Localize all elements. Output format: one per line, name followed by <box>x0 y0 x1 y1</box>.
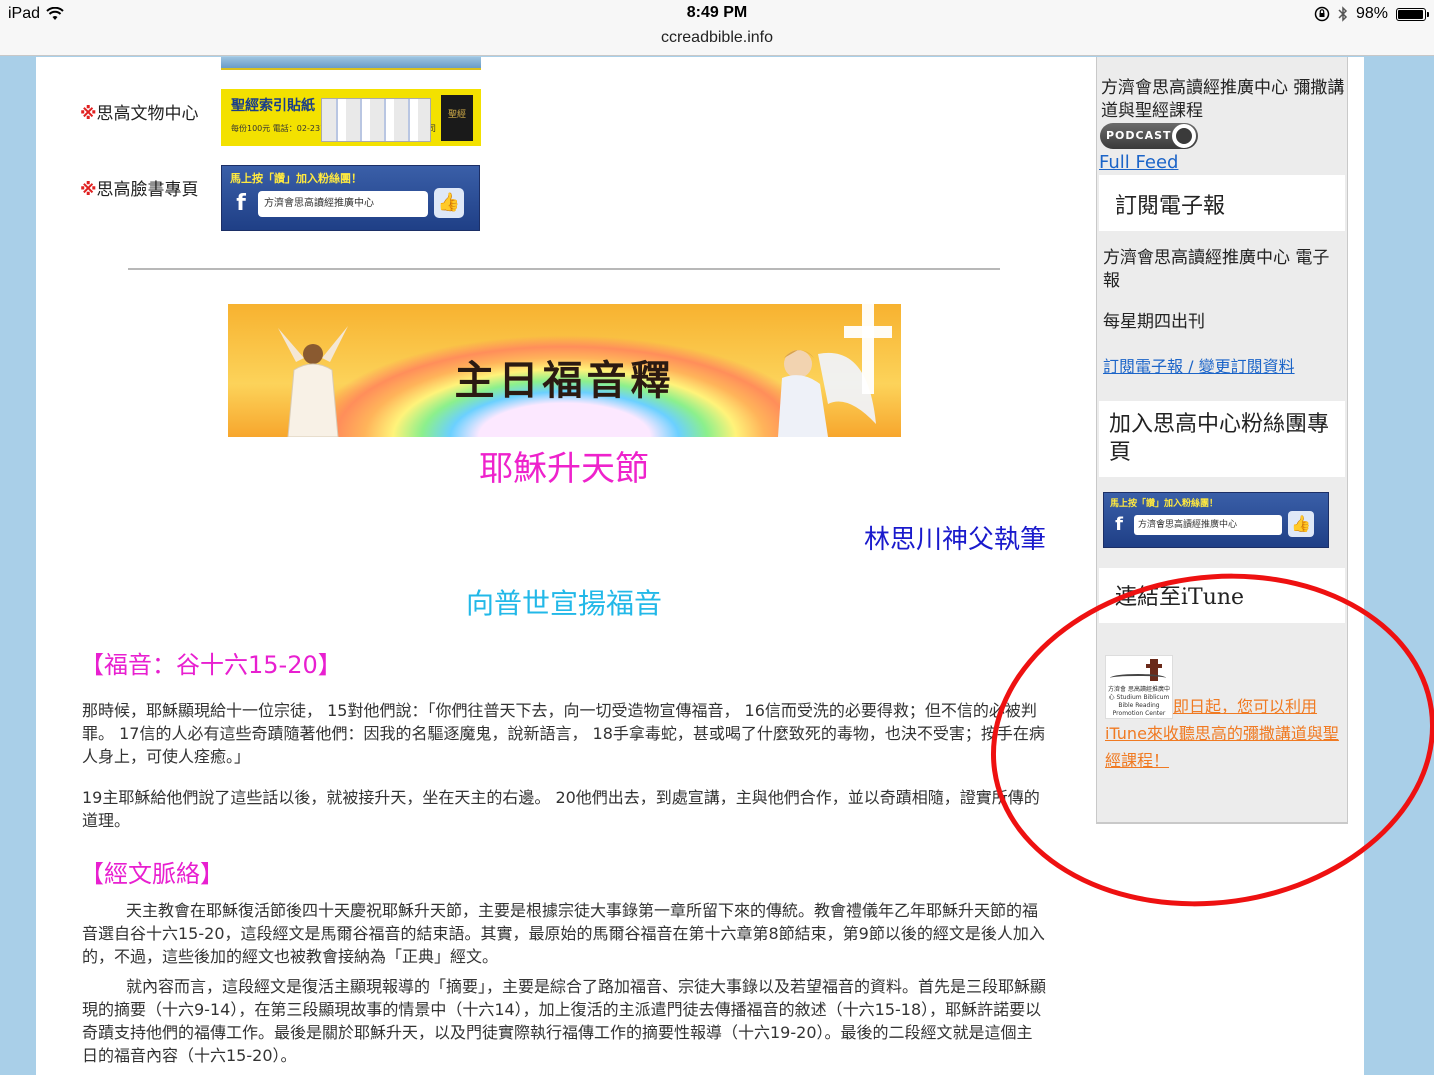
gospel-paragraph: 19主耶穌給他們說了這些話以後，就被接升天，坐在天主的右邊。 20他們出去，到處… <box>82 788 1040 830</box>
rotation-lock-icon <box>1314 6 1330 22</box>
link-cultural-center[interactable]: ※思高文物中心 <box>80 99 199 124</box>
bible-sticker-banner[interactable]: 聖經索引貼紙 每份100元 電話：02-2311-2642 佳播企業股份有限公司… <box>221 89 481 146</box>
thumbs-up-icon: 👍 <box>434 188 464 218</box>
sidebar-facebook-banner[interactable]: 馬上按「讚」加入粉絲團！ f 方濟會思高讀經推廣中心 👍 <box>1103 492 1329 548</box>
cross-icon <box>844 304 892 394</box>
red-mark-icon: ※ <box>80 104 97 124</box>
link-label: 思高文物中心 <box>96 104 199 124</box>
status-bar: iPad 8:49 PM ccreadbible.info 98% <box>0 0 1434 56</box>
link-label: 思高臉書專頁 <box>96 180 199 200</box>
clock: 8:49 PM <box>686 4 748 21</box>
podcast-label: PODCAST <box>1106 129 1172 142</box>
status-right: 98% <box>1314 5 1429 23</box>
context-paragraph: 天主教會在耶穌復活節後四十天慶祝耶穌升天節，主要是根據宗徒大事錄第一章所留下來的… <box>82 901 1045 966</box>
banner-title: 聖經索引貼紙 <box>231 98 315 114</box>
fb-page-name: 方濟會思高讀經推廣中心 <box>1134 515 1282 535</box>
ebook-section-header: 訂閱電子報 <box>1099 175 1345 231</box>
bible-book-image: 聖經 <box>441 95 473 141</box>
bluetooth-icon <box>1338 6 1348 22</box>
battery-percent: 98% <box>1355 5 1388 22</box>
battery-icon <box>1396 7 1429 21</box>
section-title: 加入思高中心粉絲團專頁 <box>1109 412 1330 465</box>
divider <box>128 268 1000 270</box>
battery-level <box>1398 9 1424 19</box>
podcast-title: 方濟會思高讀經推廣中心 彌撒講道與聖經課程 <box>1101 78 1345 121</box>
facebook-banner[interactable]: 馬上按「讚」加入粉絲團！ f 方濟會思高讀經推廣中心 👍 <box>221 165 480 231</box>
podcast-icon <box>1172 124 1196 148</box>
full-feed-link[interactable]: Full Feed <box>1099 152 1178 173</box>
fb-banner-title: 馬上按「讚」加入粉絲團！ <box>1110 499 1219 509</box>
section-title: 訂閱電子報 <box>1115 194 1226 219</box>
fb-banner-title: 馬上按「讚」加入粉絲團！ <box>230 172 362 185</box>
ebook-name: 方濟會思高讀經推廣中心 電子報 <box>1103 248 1330 291</box>
thumbs-up-icon: 👍 <box>1288 511 1314 537</box>
web-page: ※思高文物中心 聖經索引貼紙 每份100元 電話：02-2311-2642 佳播… <box>36 57 1364 1075</box>
facebook-icon: f <box>236 191 246 216</box>
author-credit: 林思川神父執筆 <box>863 525 1046 555</box>
context-heading: 【經文脈絡】 <box>80 860 224 888</box>
ebook-frequency: 每星期四出刊 <box>1103 312 1205 332</box>
sticker-cards-image <box>321 98 431 142</box>
feast-title: 耶穌升天節 <box>479 449 649 489</box>
sunday-gospel-banner: 主日福音釋 <box>228 304 901 437</box>
gospel-heading: 【福音：谷十六15-20】 <box>80 651 342 679</box>
gospel-paragraph: 那時候，耶穌顯現給十一位宗徒， 15對他們說：「你們往普天下去，向一切受造物宣傳… <box>82 701 1045 766</box>
link-facebook-page[interactable]: ※思高臉書專頁 <box>80 175 199 200</box>
context-paragraph: 就內容而言，這段經文是復活主顯現報導的「摘要」，主要是綜合了路加福音、宗徒大事錄… <box>82 977 1047 1065</box>
podcast-badge[interactable]: PODCAST <box>1100 123 1198 149</box>
top-banner-partial[interactable] <box>221 57 481 70</box>
fans-section-header: 加入思高中心粉絲團專頁 <box>1099 401 1345 477</box>
theme-heading: 向普世宣揚福音 <box>465 587 662 620</box>
facebook-icon: f <box>1115 514 1123 535</box>
subscribe-ebook-link[interactable]: 訂閱電子報 / 變更訂閱資料 <box>1103 353 1295 377</box>
fb-page-name: 方濟會思高讀經推廣中心 <box>258 191 428 217</box>
red-mark-icon: ※ <box>80 180 97 200</box>
address-bar-url[interactable]: ccreadbible.info <box>0 29 1434 47</box>
